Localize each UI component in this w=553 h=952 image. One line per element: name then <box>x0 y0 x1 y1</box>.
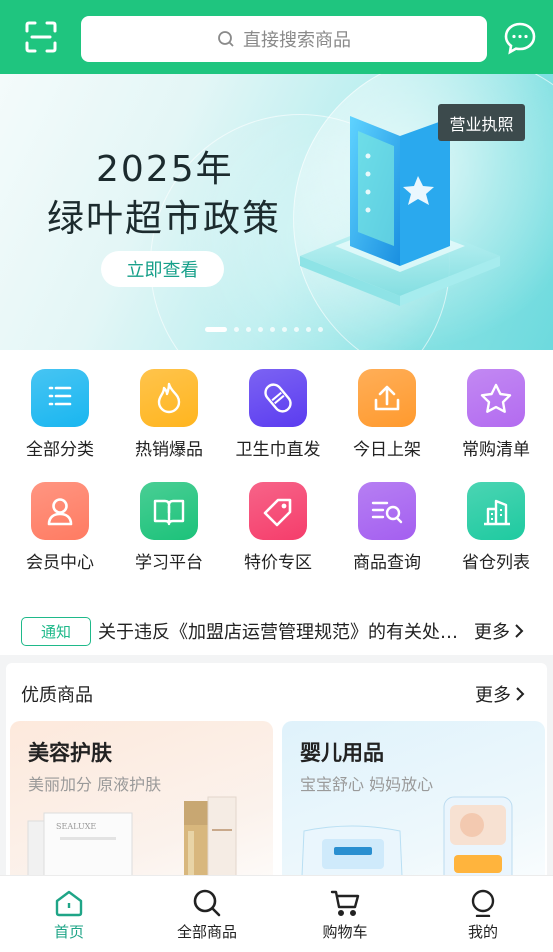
notice-more-link[interactable]: 更多 <box>474 618 524 644</box>
brand-label: SEALUXE <box>56 822 96 831</box>
category-building[interactable]: 省仓列表 <box>446 482 546 582</box>
user-icon <box>31 482 89 540</box>
category-label: 特价专区 <box>244 553 312 573</box>
featured-more-label: 更多 <box>475 685 511 706</box>
category-search-list[interactable]: 商品查询 <box>337 482 437 582</box>
search-icon <box>193 889 221 917</box>
carousel-dot[interactable] <box>270 327 275 332</box>
category-label: 学习平台 <box>135 553 203 573</box>
tab-all-products[interactable]: 全部商品 <box>147 876 267 952</box>
category-star[interactable]: 常购清单 <box>446 369 546 469</box>
promo-banner[interactable]: 2025年 绿叶超市政策 立即查看 营业执照 <box>0 74 553 350</box>
upload-icon <box>358 369 416 427</box>
category-label: 全部分类 <box>26 440 94 460</box>
home-icon <box>55 890 83 917</box>
tab-label: 我的 <box>467 923 498 941</box>
book-icon <box>140 482 198 540</box>
scan-icon[interactable] <box>24 20 58 54</box>
carousel-dot[interactable] <box>282 327 287 332</box>
search-placeholder: 直接搜索商品 <box>243 30 351 51</box>
category-pad[interactable]: 卫生巾直发 <box>228 369 328 469</box>
carousel-dot[interactable] <box>318 327 323 332</box>
notice-bar[interactable]: 通知 关于违反《加盟店运营管理规范》的有关处理通知 更多 <box>0 603 553 655</box>
category-label: 商品查询 <box>353 553 421 573</box>
carousel-dot[interactable] <box>205 327 227 332</box>
carousel-dot[interactable] <box>294 327 299 332</box>
category-label: 今日上架 <box>353 440 421 460</box>
category-user[interactable]: 会员中心 <box>10 482 110 582</box>
search-list-icon <box>358 482 416 540</box>
tab-label: 全部商品 <box>176 923 237 941</box>
view-now-button[interactable]: 立即查看 <box>101 251 224 287</box>
search-input[interactable]: 直接搜索商品 <box>81 16 487 62</box>
notice-tag: 通知 <box>21 617 91 646</box>
section-title: 优质商品 <box>21 685 93 706</box>
chevron-right-icon <box>516 687 525 701</box>
category-label: 卫生巾直发 <box>235 440 321 460</box>
tab-home[interactable]: 首页 <box>9 876 129 952</box>
banner-year: 2025年 <box>96 149 234 190</box>
bottom-tab-bar: 首页 全部商品 购物车 我的 <box>0 875 553 952</box>
category-upload[interactable]: 今日上架 <box>337 369 437 469</box>
carousel-dot[interactable] <box>258 327 263 332</box>
featured-more-link[interactable]: 更多 <box>475 681 525 707</box>
pad-icon <box>249 369 307 427</box>
message-icon[interactable] <box>503 21 537 55</box>
tab-label: 首页 <box>53 923 84 941</box>
search-icon <box>218 31 234 47</box>
category-label: 热销爆品 <box>135 440 203 460</box>
tab-profile[interactable]: 我的 <box>423 876 543 952</box>
category-label: 会员中心 <box>26 553 94 573</box>
building-icon <box>467 482 525 540</box>
category-label: 省仓列表 <box>462 553 530 573</box>
category-book[interactable]: 学习平台 <box>119 482 219 582</box>
tab-label: 购物车 <box>322 923 368 941</box>
carousel-indicator <box>205 327 323 332</box>
tag-icon <box>249 482 307 540</box>
tab-cart[interactable]: 购物车 <box>285 876 405 952</box>
notice-more-label: 更多 <box>474 622 510 643</box>
carousel-dot[interactable] <box>246 327 251 332</box>
cart-icon <box>330 890 360 917</box>
list-icon <box>31 369 89 427</box>
banner-title: 绿叶超市政策 <box>47 197 281 240</box>
chevron-right-icon <box>515 624 524 638</box>
notice-text[interactable]: 关于违反《加盟店运营管理规范》的有关处理通知 <box>98 618 468 644</box>
app-page: 直接搜索商品 2025年 绿叶超市政策 立即查看 营业执照 全部分类 热销爆品 … <box>0 0 553 952</box>
category-fire[interactable]: 热销爆品 <box>119 369 219 469</box>
fire-icon <box>140 369 198 427</box>
business-license-tag[interactable]: 营业执照 <box>438 104 525 141</box>
carousel-dot[interactable] <box>306 327 311 332</box>
category-list[interactable]: 全部分类 <box>10 369 110 469</box>
top-bar: 直接搜索商品 <box>0 0 553 74</box>
star-icon <box>467 369 525 427</box>
category-label: 常购清单 <box>462 440 530 460</box>
carousel-dot[interactable] <box>234 327 239 332</box>
profile-icon <box>471 889 495 917</box>
category-tag[interactable]: 特价专区 <box>228 482 328 582</box>
